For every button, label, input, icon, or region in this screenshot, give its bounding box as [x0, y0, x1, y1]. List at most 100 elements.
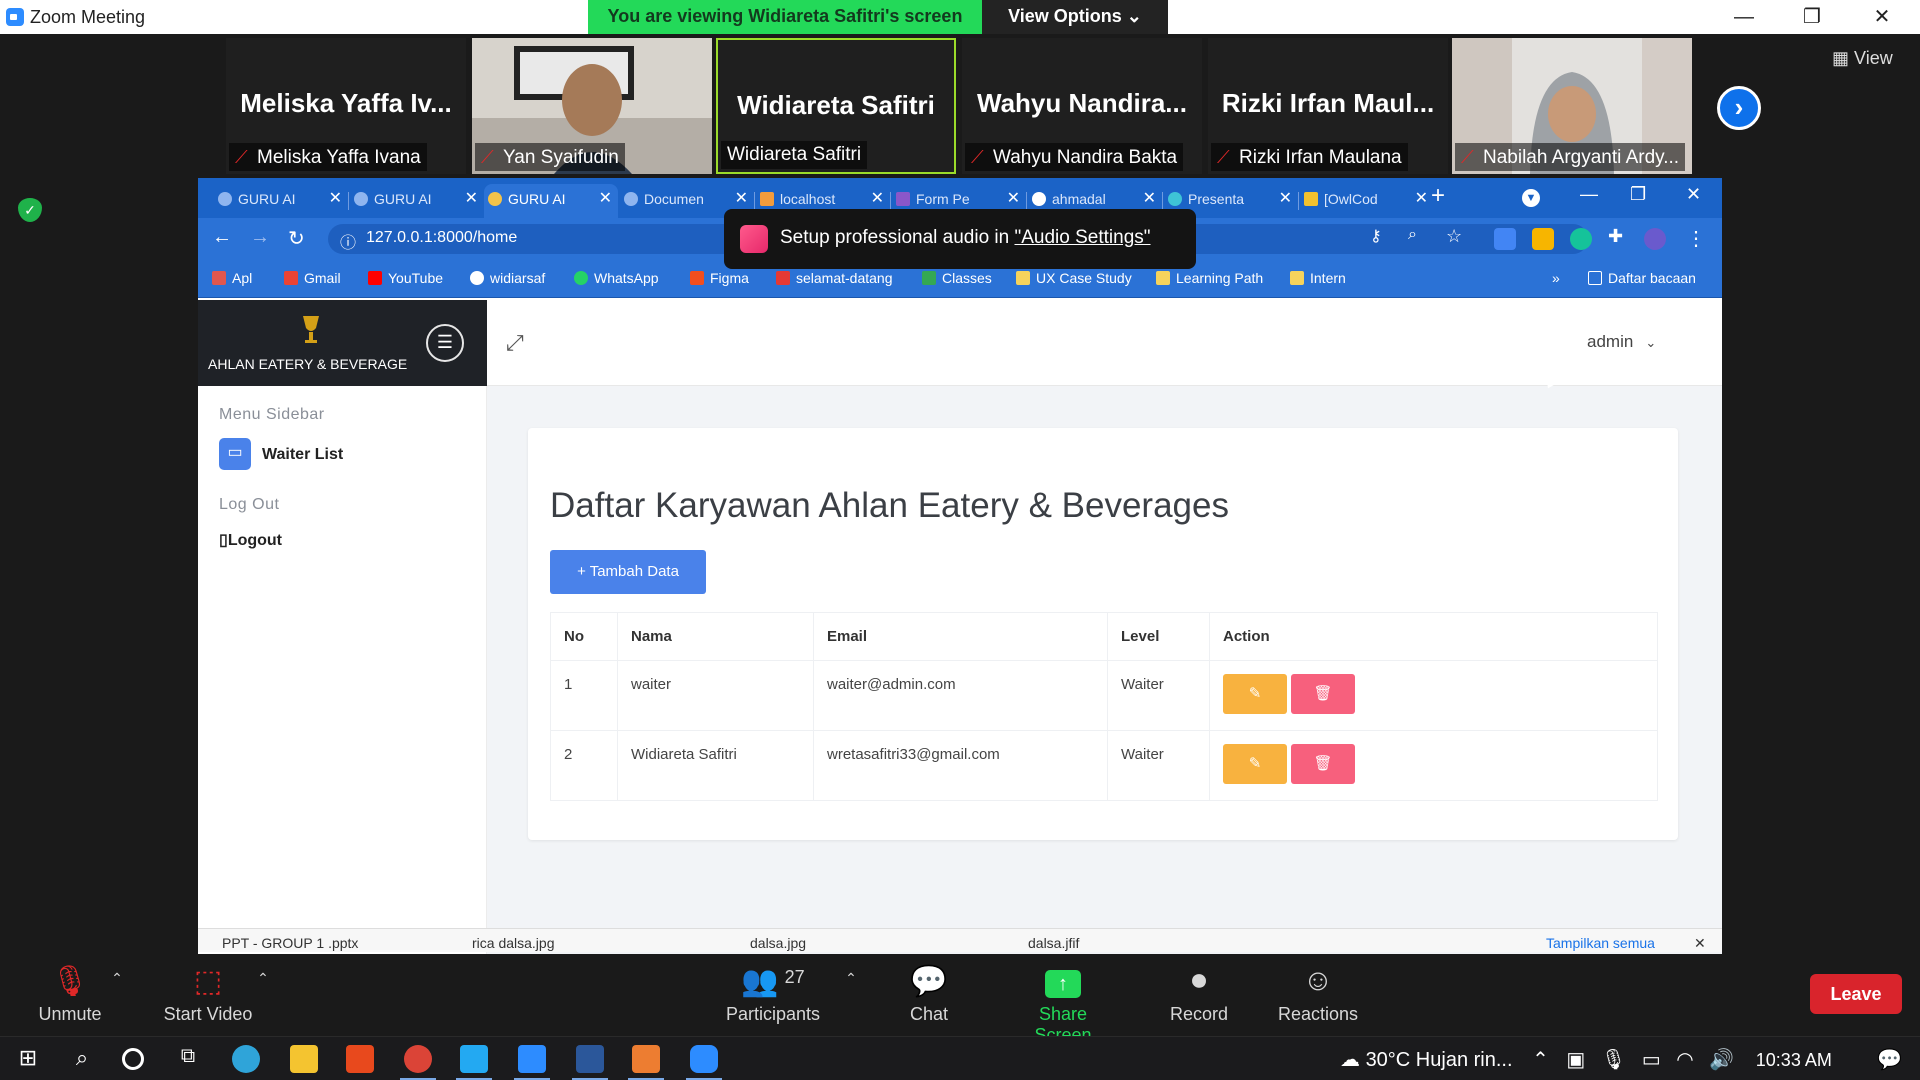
- bookmark-item[interactable]: selamat-datang: [776, 270, 893, 286]
- user-menu-dropdown[interactable]: admin ⌄: [1587, 332, 1656, 352]
- download-item[interactable]: dalsa.jpg: [750, 935, 806, 951]
- browser-restore-icon[interactable]: ❐: [1630, 184, 1646, 205]
- audio-settings-notification[interactable]: Setup professional audio in "Audio Setti…: [724, 209, 1196, 269]
- edit-button[interactable]: ✎: [1223, 744, 1287, 784]
- record-button[interactable]: ⏺ Record: [1166, 964, 1232, 1025]
- site-info-icon[interactable]: ⓘ: [340, 229, 356, 253]
- mic-tray-icon[interactable]: 🎙: [1601, 1049, 1626, 1071]
- new-tab-icon[interactable]: +: [1431, 182, 1445, 210]
- tab-close-icon[interactable]: ✕: [1279, 184, 1292, 214]
- chrome-icon[interactable]: [404, 1045, 432, 1073]
- participant-tile[interactable]: ⟋ Yan Syaifudin: [472, 38, 712, 174]
- camera-app-icon[interactable]: [518, 1045, 546, 1073]
- delete-button[interactable]: 🗑: [1291, 744, 1355, 784]
- reading-list-button[interactable]: Daftar bacaan: [1588, 270, 1696, 286]
- edge-icon[interactable]: [232, 1045, 260, 1073]
- participant-tile[interactable]: Rizki Irfan Maul... ⟋ Rizki Irfan Maulana: [1208, 38, 1448, 174]
- chat-button[interactable]: 💬 Chat: [900, 964, 958, 1025]
- participant-tile-active-speaker[interactable]: Widiareta Safitri Widiareta Safitri: [716, 38, 956, 174]
- tab-close-icon[interactable]: ✕: [1415, 184, 1428, 214]
- reactions-button[interactable]: ☺ Reactions: [1276, 964, 1360, 1025]
- show-all-downloads-button[interactable]: Tampilkan semua: [1546, 935, 1655, 951]
- clock-time[interactable]: 10:33 AM: [1756, 1050, 1832, 1070]
- audio-options-chevron-icon[interactable]: ⌃: [110, 970, 124, 987]
- url-text[interactable]: 127.0.0.1:8000/home: [366, 229, 517, 247]
- zoom-lens-icon[interactable]: ⌕: [1408, 226, 1417, 244]
- download-item[interactable]: rica dalsa.jpg: [472, 935, 555, 951]
- translate-extension-icon[interactable]: [1494, 228, 1516, 250]
- participants-chevron-icon[interactable]: ⌃: [844, 970, 858, 987]
- audio-settings-link[interactable]: "Audio Settings": [1015, 227, 1151, 248]
- leave-button[interactable]: Leave: [1810, 974, 1902, 1014]
- reload-icon[interactable]: ↻: [288, 226, 305, 251]
- windows-start-icon[interactable]: ⊞: [14, 1045, 42, 1073]
- tray-chevron-icon[interactable]: ⌃: [1532, 1049, 1549, 1071]
- tab-close-icon[interactable]: ✕: [329, 184, 342, 214]
- wifi-icon[interactable]: ◠: [1676, 1049, 1693, 1071]
- participant-tile[interactable]: ⟋ Nabilah Argyanti Ardy...: [1452, 38, 1692, 174]
- close-downloads-icon[interactable]: ✕: [1694, 935, 1706, 952]
- bookmark-star-icon[interactable]: ☆: [1446, 226, 1462, 247]
- next-page-arrow-icon[interactable]: ›: [1717, 86, 1761, 130]
- hamburger-menu-icon[interactable]: ☰: [426, 324, 464, 362]
- restore-icon[interactable]: ❐: [1792, 4, 1832, 30]
- view-button[interactable]: ▦ View: [1832, 48, 1893, 69]
- weather-text[interactable]: 30°C Hujan rin...: [1366, 1049, 1513, 1071]
- bookmark-item[interactable]: WhatsApp: [574, 270, 659, 286]
- volume-icon[interactable]: 🔊: [1709, 1049, 1734, 1071]
- word-icon[interactable]: [576, 1045, 604, 1073]
- bookmark-item[interactable]: Classes: [922, 270, 992, 286]
- participants-button[interactable]: 👥 27 Participants: [718, 964, 828, 1025]
- extensions-puzzle-icon[interactable]: ✚: [1608, 226, 1623, 247]
- w-extension-icon[interactable]: [1532, 228, 1554, 250]
- download-item[interactable]: PPT - GROUP 1 .pptx: [222, 935, 358, 951]
- sidebar-item-logout[interactable]: ▯Logout: [219, 530, 282, 550]
- webcam-icon[interactable]: ▣: [1566, 1049, 1585, 1071]
- back-arrow-icon[interactable]: ←: [212, 226, 232, 249]
- bookmark-item[interactable]: Learning Path: [1156, 270, 1263, 286]
- zoom-taskbar-icon[interactable]: [690, 1045, 718, 1073]
- fullscreen-toggle-icon[interactable]: ⤢: [506, 330, 524, 356]
- browser-close-icon[interactable]: ✕: [1686, 184, 1701, 205]
- browser-minimize-icon[interactable]: —: [1580, 184, 1598, 205]
- browser-tab[interactable]: GURU AI ✕: [214, 184, 348, 218]
- vscode-icon[interactable]: [460, 1045, 488, 1073]
- tab-close-icon[interactable]: ✕: [465, 184, 478, 214]
- bookmark-item[interactable]: widiarsaf: [470, 270, 545, 286]
- close-icon[interactable]: ✕: [1862, 4, 1902, 30]
- grammarly-extension-icon[interactable]: [1570, 228, 1592, 250]
- start-video-button[interactable]: ⬚ Start Video: [156, 964, 260, 1025]
- search-icon[interactable]: ⌕: [68, 1045, 96, 1073]
- security-shield-icon[interactable]: ✓: [18, 198, 42, 222]
- bookmark-item[interactable]: Apl: [212, 270, 252, 286]
- bookmark-item[interactable]: Figma: [690, 270, 749, 286]
- tab-close-icon[interactable]: ✕: [599, 184, 612, 214]
- bookmark-item[interactable]: Gmail: [284, 270, 341, 286]
- add-data-button[interactable]: + Tambah Data: [550, 550, 706, 594]
- office-icon[interactable]: [346, 1045, 374, 1073]
- xampp-icon[interactable]: [632, 1045, 660, 1073]
- forward-arrow-icon[interactable]: →: [250, 226, 270, 249]
- profile-avatar[interactable]: [1644, 228, 1666, 250]
- share-screen-button[interactable]: ↑ Share Screen: [1008, 964, 1118, 1046]
- cortana-icon[interactable]: [122, 1048, 144, 1070]
- bookmark-item[interactable]: YouTube: [368, 270, 443, 286]
- download-item[interactable]: dalsa.jfif: [1028, 935, 1079, 951]
- task-view-icon[interactable]: ⧉: [174, 1045, 202, 1073]
- key-icon[interactable]: ⚷: [1370, 226, 1382, 246]
- delete-button[interactable]: 🗑: [1291, 674, 1355, 714]
- notification-center-icon[interactable]: 💬: [1877, 1049, 1902, 1071]
- minimize-icon[interactable]: —: [1724, 4, 1764, 30]
- edit-button[interactable]: ✎: [1223, 674, 1287, 714]
- tab-search-icon[interactable]: ▼: [1522, 189, 1540, 207]
- video-options-chevron-icon[interactable]: ⌃: [256, 970, 270, 987]
- browser-tab[interactable]: GURU AI ✕: [350, 184, 484, 218]
- bookmark-item[interactable]: Intern: [1290, 270, 1346, 286]
- unmute-button[interactable]: 🎙 Unmute: [26, 964, 114, 1025]
- browser-menu-icon[interactable]: ⋮: [1686, 226, 1706, 251]
- more-bookmarks-button[interactable]: »: [1552, 270, 1560, 286]
- participant-tile[interactable]: Meliska Yaffa Iv... ⟋ Meliska Yaffa Ivana: [226, 38, 466, 174]
- battery-icon[interactable]: ▭: [1642, 1049, 1661, 1071]
- view-options-button[interactable]: View Options ⌄: [982, 0, 1168, 34]
- participant-tile[interactable]: Wahyu Nandira... ⟋ Wahyu Nandira Bakta: [962, 38, 1202, 174]
